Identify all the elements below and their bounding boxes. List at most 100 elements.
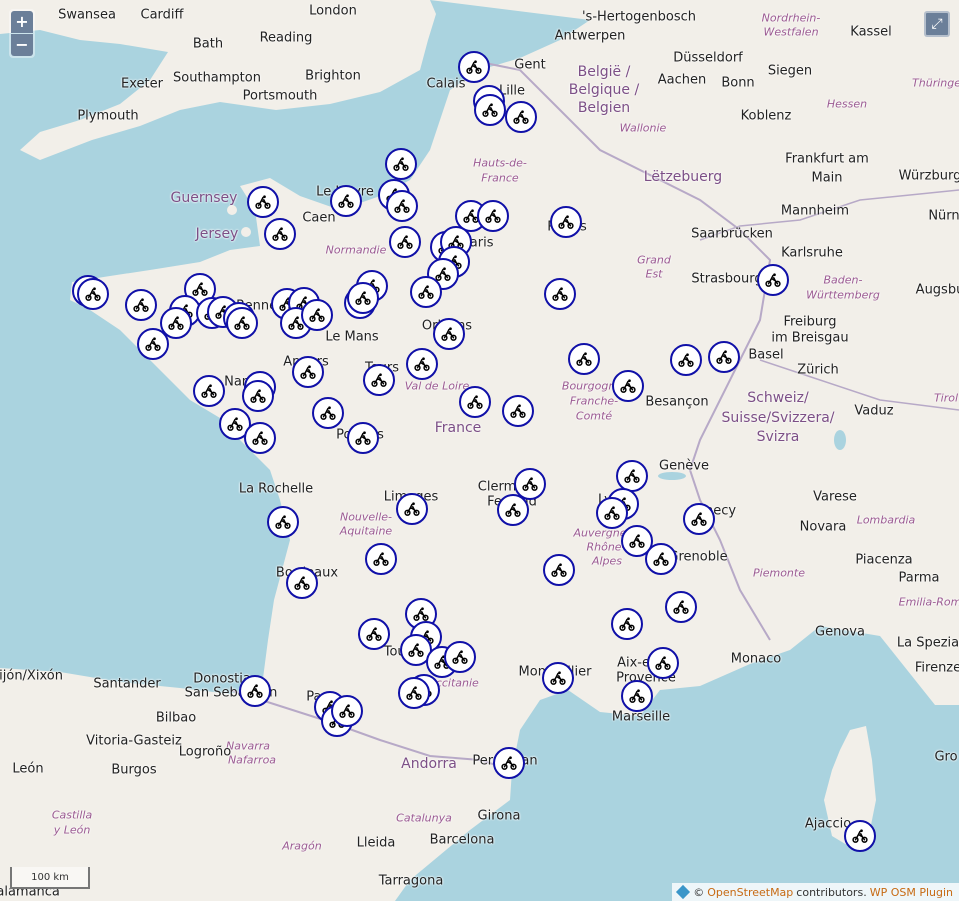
bike-marker[interactable] (226, 307, 258, 339)
wp-osm-plugin-link[interactable]: WP OSM Plugin (870, 886, 953, 899)
bicycle-icon (485, 209, 501, 223)
osm-logo-icon (676, 884, 691, 900)
bike-marker[interactable] (331, 695, 363, 727)
bicycle-icon (653, 552, 669, 566)
map-label-region: Normandie (325, 243, 387, 257)
bicycle-icon (467, 395, 483, 409)
bike-marker[interactable] (505, 101, 537, 133)
bike-marker[interactable] (363, 364, 395, 396)
map-label-city: Calais (426, 76, 466, 92)
bike-marker[interactable] (410, 276, 442, 308)
bicycle-icon (604, 506, 620, 520)
map-label-city: Mannheim (780, 203, 850, 219)
map-label-city: Novara (799, 519, 847, 535)
bike-marker[interactable] (292, 356, 324, 388)
map-label-country: Andorra (401, 756, 457, 772)
map-label-city: Augsbu (915, 282, 959, 298)
bike-marker[interactable] (244, 422, 276, 454)
bicycle-icon (373, 552, 389, 566)
bike-marker[interactable] (286, 567, 318, 599)
bike-marker[interactable] (264, 218, 296, 250)
bike-marker[interactable] (542, 662, 574, 694)
map-label-region: Westfalen (763, 25, 819, 39)
bike-marker[interactable] (137, 328, 169, 360)
bike-marker[interactable] (708, 341, 740, 373)
zoom-out-button[interactable]: − (11, 34, 33, 56)
bike-marker[interactable] (550, 206, 582, 238)
bike-marker[interactable] (396, 493, 428, 525)
bike-marker[interactable] (312, 397, 344, 429)
bike-marker[interactable] (77, 278, 109, 310)
bike-marker[interactable] (543, 554, 575, 586)
bike-marker[interactable] (398, 677, 430, 709)
bike-marker[interactable] (647, 647, 679, 679)
bike-marker[interactable] (683, 503, 715, 535)
bicycle-icon (691, 512, 707, 526)
bike-marker[interactable] (247, 186, 279, 218)
map-label-region: Tirol (933, 391, 959, 405)
bicycle-icon (339, 704, 355, 718)
bike-marker[interactable] (386, 190, 418, 222)
bike-marker[interactable] (493, 747, 525, 779)
bike-marker[interactable] (358, 618, 390, 650)
map-label-city: Burgos (111, 762, 157, 778)
bike-marker[interactable] (365, 543, 397, 575)
bike-marker[interactable] (406, 348, 438, 380)
bike-marker[interactable] (193, 375, 225, 407)
bicycle-icon (522, 477, 538, 491)
map-label-city: León (12, 761, 44, 777)
bike-marker[interactable] (670, 344, 702, 376)
bike-marker[interactable] (433, 318, 465, 350)
bicycle-icon (551, 563, 567, 577)
bike-marker[interactable] (612, 370, 644, 402)
bike-marker[interactable] (458, 51, 490, 83)
bicycle-icon (133, 298, 149, 312)
map-label-region: Piemonte (753, 566, 805, 580)
bike-marker[interactable] (267, 506, 299, 538)
bike-marker[interactable] (444, 641, 476, 673)
fullscreen-button[interactable]: ⤢ (924, 11, 950, 37)
map-canvas[interactable]: Swansea Cardiff London Bath Reading Exeter Sou… (0, 0, 959, 901)
bike-marker[interactable] (844, 820, 876, 852)
bicycle-icon (404, 502, 420, 516)
map-label-city: Bonn (721, 75, 755, 91)
scale-bar: 100 km (10, 867, 90, 889)
bike-marker[interactable] (568, 343, 600, 375)
bike-marker[interactable] (125, 289, 157, 321)
map-label-city: Ajaccio (804, 816, 852, 832)
bike-marker[interactable] (665, 591, 697, 623)
bike-marker[interactable] (330, 185, 362, 217)
bicycle-icon (408, 643, 424, 657)
bike-marker[interactable] (242, 380, 274, 412)
bicycle-icon (678, 353, 694, 367)
bike-marker[interactable] (389, 226, 421, 258)
bicycle-icon (85, 287, 101, 301)
bike-marker[interactable] (645, 543, 677, 575)
map-label-city: Main (811, 170, 843, 186)
bike-marker[interactable] (385, 148, 417, 180)
bicycle-icon (620, 379, 636, 393)
bike-marker[interactable] (611, 608, 643, 640)
openstreetmap-link[interactable]: OpenStreetMap (707, 886, 793, 899)
bike-marker[interactable] (497, 494, 529, 526)
bike-marker[interactable] (347, 282, 379, 314)
bike-marker[interactable] (239, 675, 271, 707)
map-label-region: Hessen (826, 97, 868, 111)
map-label-country: Jersey (195, 226, 239, 242)
bike-marker[interactable] (474, 94, 506, 126)
bike-marker[interactable] (502, 395, 534, 427)
bike-marker[interactable] (477, 200, 509, 232)
bike-marker[interactable] (596, 497, 628, 529)
map-label-city: Besançon (645, 394, 709, 410)
bicycle-icon (393, 157, 409, 171)
bike-marker[interactable] (621, 680, 653, 712)
bike-marker[interactable] (757, 264, 789, 296)
map-label-city: Barcelona (429, 832, 495, 848)
bicycle-icon (406, 686, 422, 700)
zoom-in-button[interactable]: + (11, 11, 33, 33)
bike-marker[interactable] (347, 422, 379, 454)
bicycle-icon (452, 650, 468, 664)
bike-marker[interactable] (459, 386, 491, 418)
bike-marker[interactable] (301, 299, 333, 331)
bike-marker[interactable] (544, 278, 576, 310)
